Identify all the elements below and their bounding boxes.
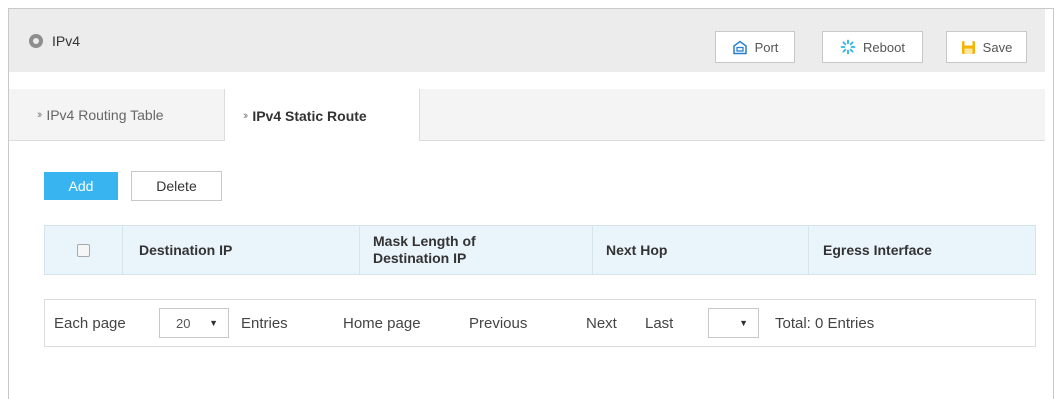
tab-ipv4-routing-table[interactable]: ›› IPv4 Routing Table bbox=[19, 89, 224, 141]
select-all-cell bbox=[45, 226, 123, 274]
save-icon bbox=[961, 40, 975, 54]
dropdown-arrow-icon: ▼ bbox=[209, 318, 218, 328]
each-page-label: Each page bbox=[54, 314, 126, 332]
page-number-select[interactable]: ▼ bbox=[708, 308, 759, 338]
delete-button[interactable]: Delete bbox=[131, 171, 222, 201]
table-header: Destination IP Mask Length of Destinatio… bbox=[44, 225, 1036, 275]
pagination-bar: Each page 20 ▼ Entries Home page Previou… bbox=[44, 299, 1036, 347]
mask-header-text: Mask Length of Destination IP bbox=[373, 233, 476, 267]
mask-header-line2: Destination IP bbox=[373, 250, 467, 266]
tab-label: IPv4 Routing Table bbox=[46, 107, 164, 123]
mask-header-line1: Mask Length of bbox=[373, 233, 476, 249]
add-button[interactable]: Add bbox=[44, 172, 118, 200]
reboot-button[interactable]: Reboot bbox=[822, 31, 923, 63]
entries-label: Entries bbox=[241, 314, 288, 332]
chevron-right-icon: ›› bbox=[243, 109, 249, 122]
home-page-link[interactable]: Home page bbox=[343, 300, 421, 346]
tab-label: IPv4 Static Route bbox=[252, 107, 367, 124]
circle-icon bbox=[29, 33, 43, 48]
column-header-next-hop[interactable]: Next Hop bbox=[593, 226, 809, 274]
last-page-link[interactable]: Last bbox=[645, 300, 673, 346]
page-size-select[interactable]: 20 ▼ bbox=[159, 308, 229, 338]
column-header-egress-interface[interactable]: Egress Interface bbox=[809, 226, 1035, 274]
tab-content: Add Delete Destination IP Mask Length of… bbox=[9, 141, 1045, 399]
tab-ipv4-static-route[interactable]: ›› IPv4 Static Route bbox=[224, 89, 420, 142]
save-button[interactable]: Save bbox=[946, 31, 1027, 63]
header-bar: IPv4 Port Reboot Save bbox=[9, 9, 1045, 72]
total-entries-label: Total: 0 Entries bbox=[775, 314, 875, 332]
next-page-link[interactable]: Next bbox=[586, 300, 617, 346]
select-all-checkbox[interactable] bbox=[77, 243, 90, 257]
page-title: IPv4 bbox=[52, 32, 81, 49]
chevron-right-icon: ›› bbox=[37, 109, 43, 121]
title-group: IPv4 bbox=[29, 9, 80, 72]
port-icon bbox=[732, 40, 747, 54]
previous-page-link[interactable]: Previous bbox=[469, 300, 527, 346]
port-button-label: Port bbox=[754, 39, 779, 55]
port-button[interactable]: Port bbox=[715, 31, 795, 63]
tab-bar: ›› IPv4 Routing Table ›› IPv4 Static Rou… bbox=[9, 89, 1045, 142]
column-header-destination-ip[interactable]: Destination IP bbox=[123, 226, 360, 274]
reboot-button-label: Reboot bbox=[863, 39, 905, 55]
column-header-mask-length[interactable]: Mask Length of Destination IP bbox=[360, 226, 593, 274]
save-button-label: Save bbox=[982, 39, 1013, 55]
dropdown-arrow-icon: ▼ bbox=[739, 318, 748, 328]
page-size-value: 20 bbox=[176, 315, 191, 331]
reboot-icon bbox=[840, 39, 856, 55]
